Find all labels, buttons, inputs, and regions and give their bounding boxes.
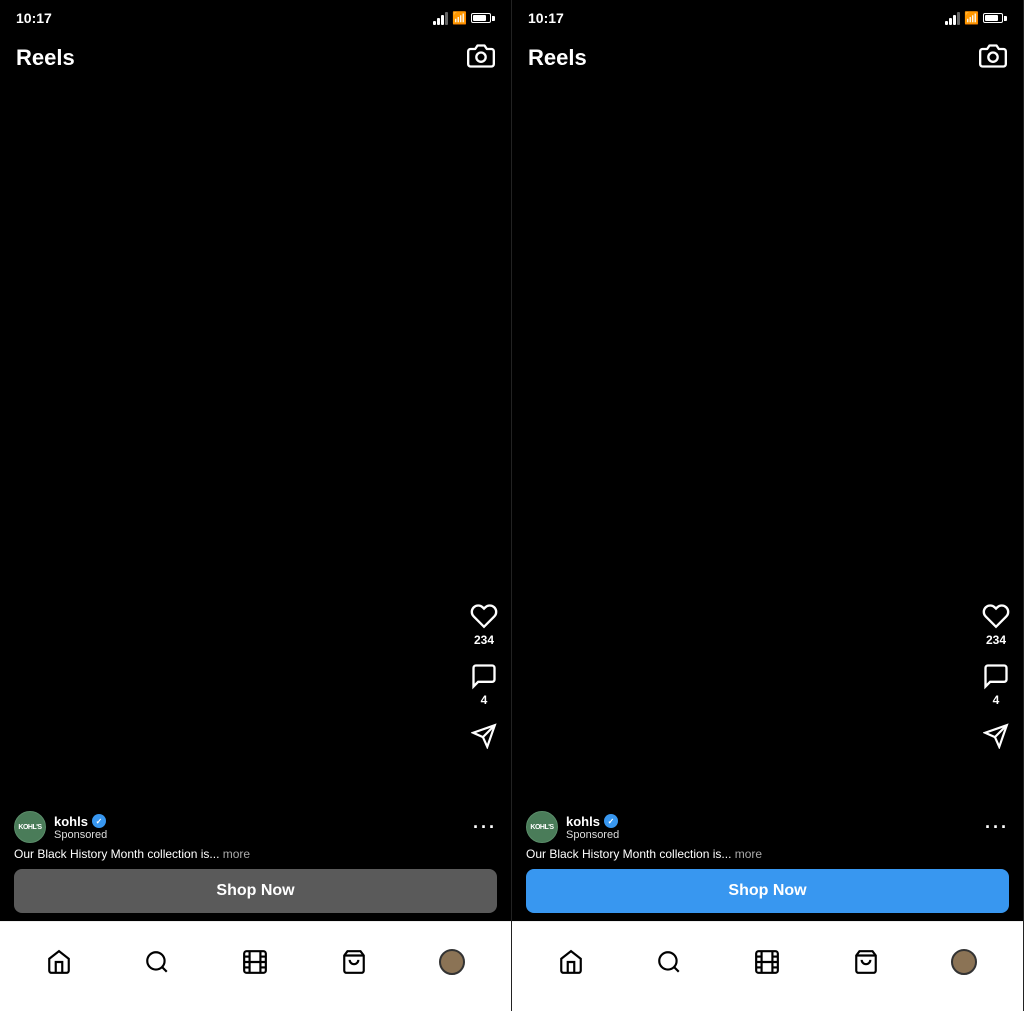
like-count-right: 234	[986, 633, 1006, 647]
signal-icon-left	[433, 12, 448, 25]
avatar-logo-left: KOHL'S	[18, 824, 41, 831]
more-link-right[interactable]: more	[735, 847, 762, 861]
wifi-icon-right: 📶	[964, 11, 979, 25]
nav-home-right[interactable]	[546, 937, 596, 987]
bottom-overlay-left: KOHL'S kohls ✓ Sponsored ··· Our Black H…	[0, 801, 511, 921]
like-button-left[interactable]: 234	[469, 601, 499, 647]
status-bar-left: 10:17 📶	[0, 0, 511, 36]
reels-header-left: Reels	[0, 36, 511, 80]
comment-count-right: 4	[993, 693, 1000, 707]
comment-button-right[interactable]: 4	[981, 661, 1011, 707]
camera-icon-right[interactable]	[979, 42, 1007, 75]
battery-icon-left	[471, 13, 495, 23]
account-info-right: KOHL'S kohls ✓ Sponsored	[526, 811, 619, 843]
status-icons-left: 📶	[433, 11, 495, 25]
share-button-left[interactable]	[469, 721, 499, 751]
nav-reels-right[interactable]	[742, 937, 792, 987]
bottom-nav-left	[0, 921, 511, 1011]
battery-icon-right	[983, 13, 1007, 23]
signal-icon-right	[945, 12, 960, 25]
reels-header-right: Reels	[512, 36, 1023, 80]
wifi-icon-left: 📶	[452, 11, 467, 25]
avatar-logo-right: KOHL'S	[530, 824, 553, 831]
bottom-overlay-right: KOHL'S kohls ✓ Sponsored ··· Our Black H…	[512, 801, 1023, 921]
caption-left: Our Black History Month collection is...…	[14, 847, 497, 861]
like-button-right[interactable]: 234	[981, 601, 1011, 647]
account-name-left[interactable]: kohls	[54, 814, 88, 829]
account-info-left: KOHL'S kohls ✓ Sponsored	[14, 811, 107, 843]
comment-count-left: 4	[481, 693, 488, 707]
status-time-left: 10:17	[16, 10, 52, 26]
reels-title-left: Reels	[16, 45, 75, 71]
camera-icon-left[interactable]	[467, 42, 495, 75]
comment-button-left[interactable]: 4	[469, 661, 499, 707]
account-avatar-left[interactable]: KOHL'S	[14, 811, 46, 843]
more-options-left[interactable]: ···	[473, 817, 497, 838]
action-buttons-left: 234 4	[469, 601, 499, 751]
nav-profile-left[interactable]	[427, 937, 477, 987]
sponsored-text-right: Sponsored	[566, 829, 619, 841]
sponsored-text-left: Sponsored	[54, 829, 107, 841]
shop-now-button-left[interactable]: Shop Now	[14, 869, 497, 913]
verified-icon-left: ✓	[92, 814, 106, 828]
nav-profile-right[interactable]	[939, 937, 989, 987]
like-count-left: 234	[474, 633, 494, 647]
bottom-nav-right	[512, 921, 1023, 1011]
status-time-right: 10:17	[528, 10, 564, 26]
action-buttons-right: 234 4	[981, 601, 1011, 751]
reels-title-right: Reels	[528, 45, 587, 71]
shop-now-button-right[interactable]: Shop Now	[526, 869, 1009, 913]
more-options-right[interactable]: ···	[985, 817, 1009, 838]
share-button-right[interactable]	[981, 721, 1011, 751]
account-avatar-right[interactable]: KOHL'S	[526, 811, 558, 843]
caption-right: Our Black History Month collection is...…	[526, 847, 1009, 861]
left-panel: KOHL'S 10:17	[0, 0, 512, 1011]
status-bar-right: 10:17 📶	[512, 0, 1023, 36]
status-icons-right: 📶	[945, 11, 1007, 25]
verified-icon-right: ✓	[604, 814, 618, 828]
nav-search-right[interactable]	[644, 937, 694, 987]
account-row-right: KOHL'S kohls ✓ Sponsored ···	[526, 811, 1009, 843]
nav-home-left[interactable]	[34, 937, 84, 987]
nav-shop-right[interactable]	[841, 937, 891, 987]
nav-search-left[interactable]	[132, 937, 182, 987]
nav-shop-left[interactable]	[329, 937, 379, 987]
account-row-left: KOHL'S kohls ✓ Sponsored ···	[14, 811, 497, 843]
nav-reels-left[interactable]	[230, 937, 280, 987]
account-name-right[interactable]: kohls	[566, 814, 600, 829]
more-link-left[interactable]: more	[223, 847, 250, 861]
right-panel: HONORING Black History Month Black Histo…	[512, 0, 1024, 1011]
